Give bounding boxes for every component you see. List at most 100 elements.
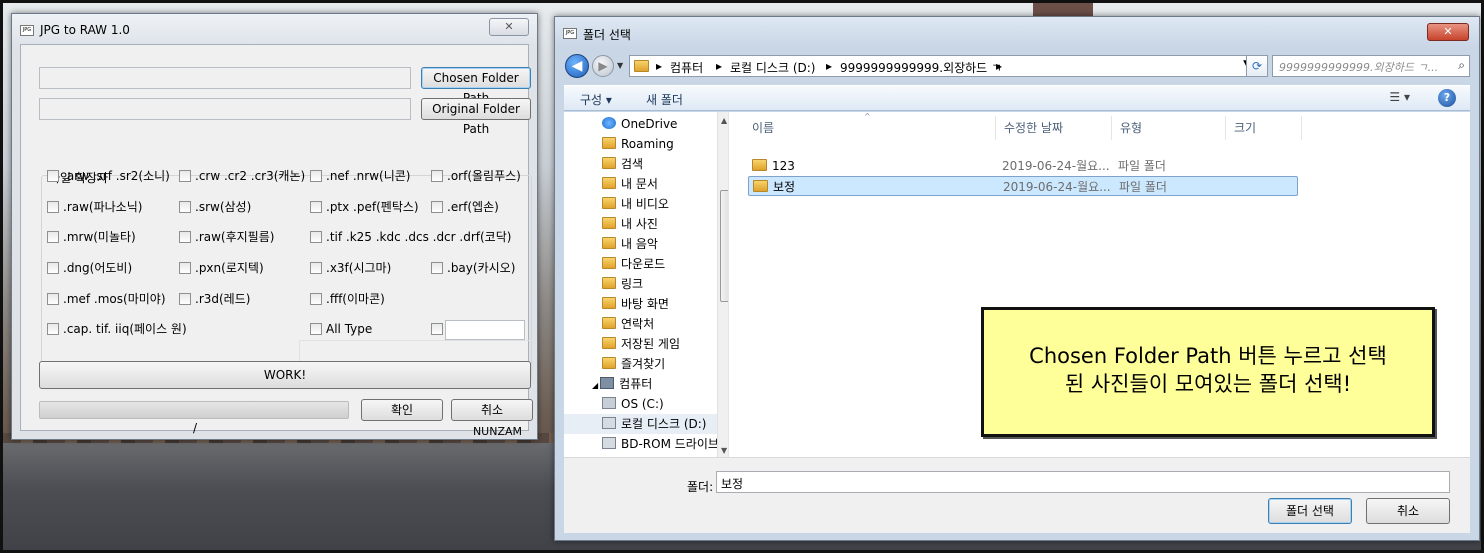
tree-item-drive-d[interactable]: 로컬 디스크 (D:) — [564, 414, 717, 434]
breadcrumb-drive-d[interactable]: 로컬 디스크 (D:) — [730, 59, 815, 76]
original-folder-path-button[interactable]: Original Folder Path — [421, 98, 531, 136]
expand-arrow-icon[interactable]: ◢ — [592, 381, 598, 390]
breadcrumb-arrow-icon[interactable]: ▸ — [826, 59, 832, 73]
checkbox-pentax[interactable]: .ptx .pef(펜탁스) — [310, 200, 419, 216]
checkbox-epson[interactable]: .erf(엡손) — [431, 200, 499, 216]
checkbox-sigma[interactable]: .x3f(시그마) — [310, 261, 391, 277]
checkbox-sony[interactable]: .arw .srf .sr2(소니) — [47, 169, 170, 185]
original-path-field[interactable] — [39, 98, 411, 120]
checkbox-label: .mrw(미놀타) — [63, 230, 136, 244]
documents-icon — [602, 177, 616, 189]
checkbox-label: .bay(카시오) — [447, 261, 516, 275]
checkbox-canon[interactable]: .crw .cr2 .cr3(캐논) — [179, 169, 305, 185]
work-button[interactable]: WORK! — [39, 361, 531, 389]
tree-label: OneDrive — [621, 117, 678, 131]
checkbox-mamiya[interactable]: .mef .mos(마미야) — [47, 292, 166, 308]
tree-scrollbar[interactable]: ▲ ▼ — [717, 112, 728, 457]
tree-item-computer[interactable]: ◢ 컴퓨터 — [592, 374, 652, 394]
checkbox-casio[interactable]: .bay(카시오) — [431, 261, 515, 277]
dialog-cancel-button[interactable]: 취소 — [1366, 498, 1450, 524]
ok-button[interactable]: 확인 — [361, 399, 443, 421]
app-close-button[interactable]: ✕ — [489, 18, 529, 36]
file-row[interactable]: 123 2019-06-24-월요... 파일 폴더 — [748, 156, 1298, 176]
refresh-icon[interactable]: ⟳ — [1246, 55, 1268, 77]
recent-dropdown-icon[interactable]: ▼ — [617, 61, 623, 70]
tree-item-contacts[interactable]: 연락처 — [602, 314, 654, 334]
tree-item-bd-rom[interactable]: BD-ROM 드라이브 — [602, 434, 719, 454]
column-header-date[interactable]: 수정한 날짜 — [996, 116, 1112, 140]
checkbox-imacon[interactable]: .fff(이마콘) — [310, 292, 385, 308]
dialog-titlebar[interactable]: JPG 폴더 선택 ✕ — [555, 17, 1479, 47]
scrollbar-thumb[interactable] — [720, 190, 728, 302]
app-titlebar[interactable]: JPG JPG to RAW 1.0 ✕ — [12, 14, 537, 44]
tree-item-music[interactable]: 내 음악 — [602, 234, 658, 254]
checkbox-all-type[interactable]: All Type — [310, 322, 372, 338]
checkbox-red[interactable]: .r3d(레드) — [179, 292, 250, 308]
callout-line-2: 된 사진들이 모여있는 폴더 선택! — [1064, 372, 1352, 396]
scroll-down-icon[interactable]: ▼ — [721, 446, 727, 455]
new-folder-button[interactable]: 새 폴더 — [646, 91, 683, 108]
checkbox-logitech[interactable]: .pxn(로지텍) — [179, 261, 264, 277]
credit-label: NUNZAM — [472, 425, 522, 438]
help-icon[interactable]: ? — [1438, 89, 1456, 107]
dialog-close-button[interactable]: ✕ — [1427, 23, 1469, 41]
checkbox-minolta[interactable]: .mrw(미놀타) — [47, 230, 136, 246]
tree-item-desktop[interactable]: 바탕 화면 — [602, 294, 669, 314]
breadcrumb-arrow-icon[interactable]: ▸ — [996, 59, 1002, 73]
videos-icon — [602, 197, 616, 209]
search-input[interactable]: 9999999999999.외장하드 ㄱ... ⌕ — [1272, 55, 1470, 77]
breadcrumb-arrow-icon[interactable]: ▸ — [656, 59, 662, 73]
custom-extension-input[interactable] — [445, 320, 525, 340]
tree-item-downloads[interactable]: 다운로드 — [602, 254, 665, 274]
column-header-size[interactable]: 크기 — [1226, 116, 1302, 140]
tree-item-saved-games[interactable]: 저장된 게임 — [602, 334, 680, 354]
checkbox-phaseone[interactable]: .cap. tif. iiq(페이스 원) — [47, 322, 187, 338]
tree-label: 검색 — [621, 157, 644, 171]
checkbox-olympus[interactable]: .orf(올림푸스) — [431, 169, 521, 185]
scroll-up-icon[interactable]: ▲ — [721, 116, 727, 125]
back-arrow-icon[interactable]: ◀ — [565, 54, 589, 78]
cancel-button[interactable]: 취소 — [451, 399, 533, 421]
breadcrumb-external[interactable]: 9999999999999.외장하드 ㄱ — [840, 59, 1002, 76]
checkbox-label: All Type — [326, 322, 373, 336]
view-options-icon[interactable]: ☰ ▾ — [1389, 90, 1410, 104]
file-row-selected[interactable]: 보정 2019-06-24-월요... 파일 폴더 — [748, 176, 1298, 196]
checkbox-kodak[interactable]: .tif .k25 .kdc .dcs .dcr .drf(코닥) — [310, 230, 511, 246]
callout-line-1: Chosen Folder Path 버튼 누르고 선택 — [1029, 344, 1387, 368]
forward-arrow-icon[interactable]: ▶ — [592, 55, 614, 77]
chosen-folder-path-button[interactable]: Chosen Folder Path — [421, 67, 531, 105]
breadcrumb-arrow-icon[interactable]: ▸ — [716, 59, 722, 73]
checkbox-adobe[interactable]: .dng(어도비) — [47, 261, 132, 277]
file-name: 보정 — [773, 180, 796, 194]
folder-icon — [602, 137, 616, 149]
checkbox-nikon[interactable]: .nef .nrw(니콘) — [310, 169, 410, 185]
checkbox-samsung[interactable]: .srw(삼성) — [179, 200, 251, 216]
tree-label: 컴퓨터 — [619, 377, 653, 391]
tree-label: 내 문서 — [621, 177, 658, 191]
organize-menu[interactable]: 구성 ▾ — [580, 91, 612, 108]
file-date: 2019-06-24-월요... — [1002, 159, 1110, 173]
folder-name-input[interactable]: 보정 — [716, 471, 1450, 493]
dialog-icon: JPG — [563, 28, 577, 39]
tree-item-documents[interactable]: 내 문서 — [602, 174, 658, 194]
breadcrumb-computer[interactable]: 컴퓨터 — [670, 59, 703, 76]
chosen-path-field[interactable] — [39, 67, 411, 89]
column-header-type[interactable]: 유형 — [1112, 116, 1226, 140]
tree-item-videos[interactable]: 내 비디오 — [602, 194, 669, 214]
address-bar[interactable]: ▸ 컴퓨터 ▸ 로컬 디스크 (D:) ▸ 9999999999999.외장하드… — [629, 55, 1255, 77]
tree-item-pictures[interactable]: 내 사진 — [602, 214, 658, 234]
checkbox-label: .nef .nrw(니콘) — [326, 169, 411, 183]
tree-item-favorites[interactable]: 즐겨찾기 — [602, 354, 665, 374]
tree-label: 저장된 게임 — [621, 337, 681, 351]
checkbox-fujifilm[interactable]: .raw(후지필름) — [179, 230, 274, 246]
tree-item-links[interactable]: 링크 — [602, 274, 643, 294]
checkbox-label: .x3f(시그마) — [326, 261, 392, 275]
tree-item-search[interactable]: 검색 — [602, 154, 643, 174]
tree-item-roaming[interactable]: Roaming — [602, 134, 674, 154]
checkbox-label: .pxn(로지텍) — [195, 261, 264, 275]
tree-item-onedrive[interactable]: OneDrive — [602, 114, 677, 134]
select-folder-button[interactable]: 폴더 선택 — [1268, 498, 1352, 524]
instruction-callout: Chosen Folder Path 버튼 누르고 선택 된 사진들이 모여있는… — [981, 307, 1435, 437]
tree-item-drive-c[interactable]: OS (C:) — [602, 394, 664, 414]
checkbox-panasonic[interactable]: .raw(파나소닉) — [47, 200, 142, 216]
